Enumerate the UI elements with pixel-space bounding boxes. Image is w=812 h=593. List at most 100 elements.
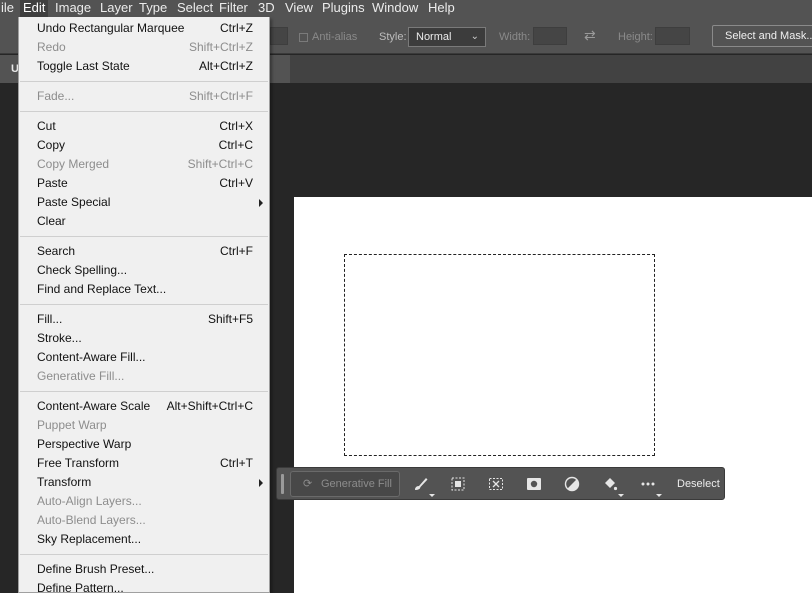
menu-file[interactable]: ile — [0, 0, 17, 17]
menu-item-shortcut: Alt+Ctrl+Z — [198, 59, 253, 73]
menu-item-auto-align-layers[interactable]: Auto-Align Layers... — [19, 492, 269, 511]
menu-item-auto-blend-layers[interactable]: Auto-Blend Layers... — [19, 511, 269, 530]
menu-item-label: Stroke... — [37, 331, 82, 345]
adjustment-icon[interactable] — [563, 475, 581, 493]
menu-item-undo[interactable]: Undo Rectangular Marquee Ctrl+Z — [19, 19, 269, 38]
menu-item-search[interactable]: Search Ctrl+F — [19, 242, 269, 261]
menu-item-fade[interactable]: Fade... Shift+Ctrl+F — [19, 87, 269, 106]
menu-item-perspective-warp[interactable]: Perspective Warp — [19, 435, 269, 454]
menu-item-label: Redo — [37, 40, 66, 54]
menu-type[interactable]: Type — [136, 0, 170, 17]
fill-bucket-icon[interactable] — [601, 475, 624, 497]
menu-item-cut[interactable]: Cut Ctrl+X — [19, 117, 269, 136]
rectangular-marquee-selection[interactable] — [344, 254, 655, 456]
menu-item-define-pattern[interactable]: Define Pattern... — [19, 579, 269, 593]
deselect-button[interactable]: Deselect — [677, 468, 720, 500]
generative-fill-button[interactable]: ⟳ Generative Fill — [290, 471, 400, 497]
brush-icon[interactable] — [412, 475, 435, 497]
menu-item-label: Copy — [37, 138, 66, 152]
menu-select[interactable]: Select — [174, 0, 216, 17]
menu-separator — [20, 304, 268, 305]
menu-item-label: Define Brush Preset... — [37, 562, 155, 576]
menu-item-label: Auto-Align Layers... — [37, 494, 142, 508]
menu-separator — [20, 236, 268, 237]
menu-item-transform[interactable]: Transform — [19, 473, 269, 492]
menu-separator — [20, 111, 268, 112]
menu-item-label: Sky Replacement... — [37, 532, 142, 546]
select-and-mask-button[interactable]: Select and Mask... — [712, 25, 812, 47]
menu-item-label: Copy Merged — [37, 157, 110, 171]
menu-item-paste-special[interactable]: Paste Special — [19, 193, 269, 212]
brush-caret — [429, 494, 435, 497]
menu-item-shortcut: Ctrl+X — [219, 119, 253, 133]
menu-item-shortcut: Ctrl+C — [218, 138, 253, 152]
transform-selection-icon[interactable] — [487, 475, 505, 493]
menu-item-find-replace[interactable]: Find and Replace Text... — [19, 280, 269, 299]
menu-item-shortcut: Shift+Ctrl+C — [187, 157, 253, 171]
height-input[interactable] — [655, 27, 690, 45]
menu-plugins[interactable]: Plugins — [319, 0, 368, 17]
menu-help[interactable]: Help — [425, 0, 458, 17]
mask-icon[interactable] — [525, 475, 543, 493]
edit-menu-dropdown: Undo Rectangular Marquee Ctrl+Z Redo Shift… — [18, 17, 270, 593]
menu-item-fill[interactable]: Fill... Shift+F5 — [19, 310, 269, 329]
menu-item-label: Fade... — [37, 89, 75, 103]
menu-edit[interactable]: Edit — [20, 0, 49, 17]
menu-layer[interactable]: Layer — [97, 0, 136, 17]
menu-item-define-brush-preset[interactable]: Define Brush Preset... — [19, 560, 269, 579]
menu-image[interactable]: Image — [52, 0, 94, 17]
anti-alias-checkbox[interactable] — [299, 33, 308, 42]
menu-separator — [20, 391, 268, 392]
menu-item-label: Undo Rectangular Marquee — [37, 21, 185, 35]
fill-caret — [618, 494, 624, 497]
menu-window[interactable]: Window — [369, 0, 421, 17]
menu-item-free-transform[interactable]: Free Transform Ctrl+T — [19, 454, 269, 473]
select-subject-icon[interactable] — [449, 475, 467, 493]
menu-item-generative-fill[interactable]: Generative Fill... — [19, 367, 269, 386]
menu-separator — [20, 554, 268, 555]
generative-fill-icon: ⟳ — [303, 478, 313, 490]
width-input[interactable] — [533, 27, 567, 45]
menu-item-label: Clear — [37, 214, 66, 228]
menu-item-puppet-warp[interactable]: Puppet Warp — [19, 416, 269, 435]
height-label: Height: — [618, 31, 653, 43]
menu-item-label: Transform — [37, 475, 92, 489]
menu-item-label: Toggle Last State — [37, 59, 130, 73]
menu-item-label: Find and Replace Text... — [37, 282, 167, 296]
menu-item-label: Puppet Warp — [37, 418, 107, 432]
menu-item-copy-merged[interactable]: Copy Merged Shift+Ctrl+C — [19, 155, 269, 174]
menu-item-content-aware-scale[interactable]: Content-Aware Scale Alt+Shift+Ctrl+C — [19, 397, 269, 416]
menu-item-redo[interactable]: Redo Shift+Ctrl+Z — [19, 38, 269, 57]
more-caret — [656, 494, 662, 497]
feather-input[interactable] — [270, 27, 288, 45]
menu-item-label: Auto-Blend Layers... — [37, 513, 146, 527]
menu-item-copy[interactable]: Copy Ctrl+C — [19, 136, 269, 155]
menu-item-toggle-last-state[interactable]: Toggle Last State Alt+Ctrl+Z — [19, 57, 269, 76]
menu-item-shortcut: Shift+Ctrl+Z — [188, 40, 253, 54]
menu-item-check-spelling[interactable]: Check Spelling... — [19, 261, 269, 280]
menu-item-label: Define Pattern... — [37, 581, 124, 593]
swap-icon[interactable]: ⇄ — [584, 27, 596, 44]
menu-item-content-aware-fill[interactable]: Content-Aware Fill... — [19, 348, 269, 367]
menu-item-shortcut: Ctrl+F — [220, 244, 253, 258]
menu-item-label: Paste — [37, 176, 68, 190]
menu-item-shortcut: Ctrl+Z — [220, 21, 253, 35]
more-icon[interactable] — [639, 475, 662, 497]
generative-fill-label: Generative Fill — [321, 478, 392, 490]
menu-item-stroke[interactable]: Stroke... — [19, 329, 269, 348]
menu-filter[interactable]: Filter — [216, 0, 251, 17]
menu-view[interactable]: View — [282, 0, 316, 17]
style-label: Style: — [379, 31, 407, 43]
menu-item-clear[interactable]: Clear — [19, 212, 269, 231]
menu-item-shortcut: Ctrl+T — [220, 456, 253, 470]
menu-3d[interactable]: 3D — [255, 0, 278, 17]
menu-item-label: Perspective Warp — [37, 437, 132, 451]
menu-item-sky-replacement[interactable]: Sky Replacement... — [19, 530, 269, 549]
style-select[interactable]: Normal ⌄ — [408, 27, 486, 47]
anti-alias-label: Anti-alias — [312, 31, 358, 43]
drag-handle[interactable] — [281, 474, 284, 494]
submenu-arrow-icon — [259, 479, 263, 487]
menu-item-label: Free Transform — [37, 456, 120, 470]
menu-item-paste[interactable]: Paste Ctrl+V — [19, 174, 269, 193]
style-select-value: Normal — [416, 31, 452, 43]
